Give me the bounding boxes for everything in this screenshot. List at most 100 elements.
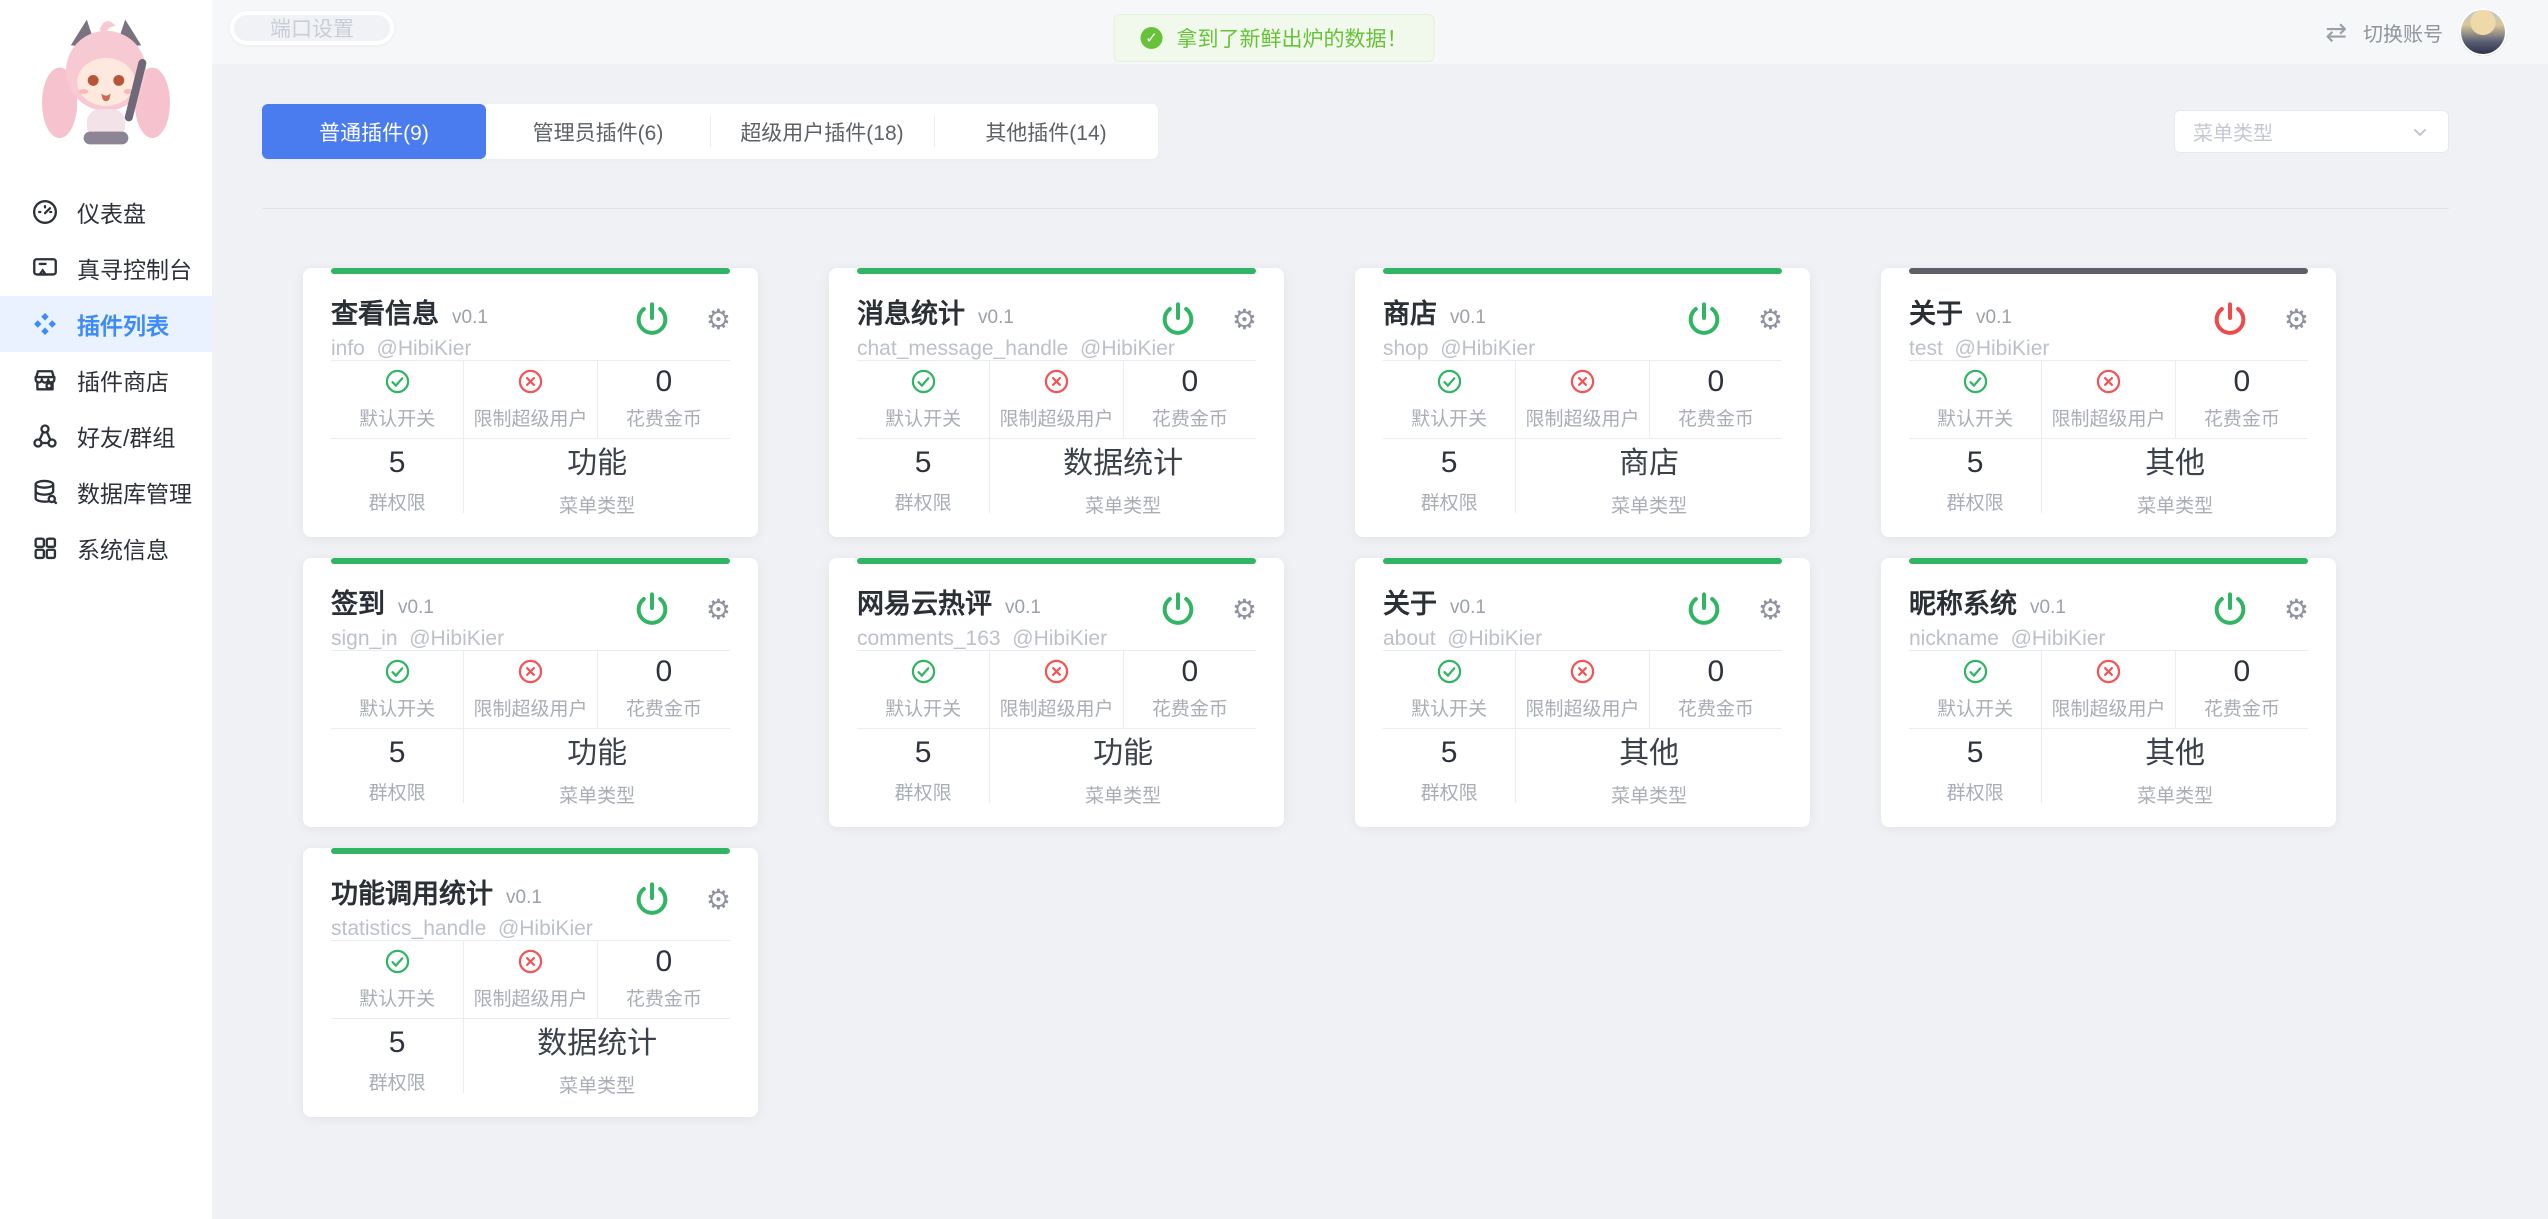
tab-1[interactable]: 管理员插件(6) bbox=[486, 104, 710, 159]
plugin-title: 商店 bbox=[1383, 292, 1437, 331]
check-circle-icon bbox=[1436, 658, 1463, 685]
default-switch-cell: 默认开关 bbox=[1383, 361, 1515, 438]
gear-settings-icon[interactable]: ⚙ bbox=[2284, 596, 2309, 624]
tab-0[interactable]: 普通插件(9) bbox=[262, 104, 486, 159]
plugin-card: 商店 v0.1 shop @HibiKier ⚙ 默认开关 bbox=[1355, 268, 1810, 537]
plugin-status-bar bbox=[331, 848, 730, 854]
power-toggle-button[interactable] bbox=[632, 880, 672, 920]
sidebar-item-database[interactable]: 数据库管理 bbox=[0, 464, 212, 520]
plugin-title: 网易云热评 bbox=[857, 582, 992, 621]
gear-settings-icon[interactable]: ⚙ bbox=[706, 886, 731, 914]
gear-settings-icon[interactable]: ⚙ bbox=[1232, 306, 1257, 334]
group-perm-cell: 5 群权限 bbox=[1909, 729, 2042, 803]
cost-gold-value: 0 bbox=[1707, 368, 1724, 395]
default-switch-label: 默认开关 bbox=[1937, 694, 2013, 721]
sidebar-item-label: 真寻控制台 bbox=[77, 251, 192, 285]
tab-2[interactable]: 超级用户插件(18) bbox=[710, 104, 934, 159]
limit-superuser-label: 限制超级用户 bbox=[473, 694, 587, 721]
group-perm-value: 5 bbox=[389, 739, 406, 766]
plugin-card: 网易云热评 v0.1 comments_163 @HibiKier ⚙ 默认开关 bbox=[829, 558, 1284, 827]
power-toggle-button[interactable] bbox=[2210, 300, 2250, 340]
menu-type-value: 其他 bbox=[2145, 449, 2205, 479]
plugin-author: @HibiKier bbox=[1440, 337, 1535, 360]
sidebar-item-friends-groups[interactable]: 好友/群组 bbox=[0, 408, 212, 464]
plugin-stats-row-1: 默认开关 限制超级用户 0 花费金币 bbox=[1909, 651, 2308, 728]
gear-settings-icon[interactable]: ⚙ bbox=[1232, 596, 1257, 624]
limit-superuser-label: 限制超级用户 bbox=[999, 694, 1113, 721]
menu-type-cell: 其他 菜单类型 bbox=[2042, 439, 2308, 513]
x-circle-icon bbox=[2095, 658, 2122, 685]
tab-3[interactable]: 其他插件(14) bbox=[934, 104, 1158, 159]
x-circle-icon bbox=[517, 368, 544, 395]
sidebar-item-dashboard[interactable]: 仪表盘 bbox=[0, 184, 212, 240]
plugin-module-author: shop @HibiKier bbox=[1383, 337, 1660, 361]
cost-gold-label: 花费金币 bbox=[2204, 694, 2280, 721]
port-settings-button[interactable]: 端口设置 bbox=[230, 11, 394, 45]
plugin-title: 关于 bbox=[1383, 582, 1437, 621]
sidebar-item-system-info[interactable]: 系统信息 bbox=[0, 520, 212, 576]
power-toggle-button[interactable] bbox=[632, 300, 672, 340]
user-avatar[interactable] bbox=[2459, 8, 2507, 56]
group-perm-label: 群权限 bbox=[1947, 488, 2004, 515]
group-perm-value: 5 bbox=[1967, 449, 1984, 476]
default-switch-cell: 默认开关 bbox=[1909, 361, 2041, 438]
sidebar-item-plugin-list[interactable]: 插件列表 bbox=[0, 296, 212, 352]
menu-type-value: 功能 bbox=[567, 449, 627, 479]
plugin-module-author: comments_163 @HibiKier bbox=[857, 627, 1134, 651]
x-circle-icon bbox=[1569, 368, 1596, 395]
group-perm-cell: 5 群权限 bbox=[857, 729, 990, 803]
x-circle-icon bbox=[1043, 658, 1070, 685]
limit-superuser-cell: 限制超级用户 bbox=[463, 651, 596, 728]
cost-gold-cell: 0 花费金币 bbox=[597, 941, 730, 1018]
power-toggle-button[interactable] bbox=[1684, 590, 1724, 630]
limit-superuser-cell: 限制超级用户 bbox=[2041, 361, 2174, 438]
menu-type-label: 菜单类型 bbox=[2137, 781, 2213, 808]
limit-superuser-cell: 限制超级用户 bbox=[989, 651, 1122, 728]
plugin-module: chat_message_handle bbox=[857, 337, 1068, 360]
menu-type-cell: 其他 菜单类型 bbox=[1516, 729, 1782, 803]
plugin-title: 关于 bbox=[1909, 292, 1963, 331]
plugin-author: @HibiKier bbox=[1080, 337, 1175, 360]
plugin-author: @HibiKier bbox=[1955, 337, 2050, 360]
sidebar-item-plugin-store[interactable]: 插件商店 bbox=[0, 352, 212, 408]
default-switch-cell: 默认开关 bbox=[331, 651, 463, 728]
sidebar-item-label: 好友/群组 bbox=[77, 419, 175, 453]
plugin-version: v0.1 bbox=[1450, 597, 1486, 619]
plugin-module: shop bbox=[1383, 337, 1429, 360]
plugin-status-bar bbox=[1909, 558, 2308, 564]
power-toggle-button[interactable] bbox=[2210, 590, 2250, 630]
plugin-module: test bbox=[1909, 337, 1943, 360]
menu-type-select[interactable]: 菜单类型 bbox=[2174, 110, 2449, 153]
cost-gold-label: 花费金币 bbox=[1678, 694, 1754, 721]
default-switch-cell: 默认开关 bbox=[331, 941, 463, 1018]
group-perm-value: 5 bbox=[1967, 739, 1984, 766]
plugin-stats-row-1: 默认开关 限制超级用户 0 花费金币 bbox=[857, 651, 1256, 728]
gear-settings-icon[interactable]: ⚙ bbox=[1758, 306, 1783, 334]
gear-settings-icon[interactable]: ⚙ bbox=[706, 596, 731, 624]
default-switch-cell: 默认开关 bbox=[1383, 651, 1515, 728]
sidebar-item-label: 仪表盘 bbox=[77, 195, 146, 229]
menu-type-value: 其他 bbox=[2145, 739, 2205, 769]
power-toggle-button[interactable] bbox=[1684, 300, 1724, 340]
menu-type-value: 商店 bbox=[1619, 449, 1679, 479]
gear-settings-icon[interactable]: ⚙ bbox=[2284, 306, 2309, 334]
default-switch-label: 默认开关 bbox=[1937, 404, 2013, 431]
plugin-module: info bbox=[331, 337, 365, 360]
friends-icon bbox=[30, 421, 60, 451]
check-circle-icon bbox=[384, 368, 411, 395]
plugin-version: v0.1 bbox=[2030, 597, 2066, 619]
plugin-card: 功能调用统计 v0.1 statistics_handle @HibiKier … bbox=[303, 848, 758, 1117]
power-toggle-button[interactable] bbox=[1158, 300, 1198, 340]
gear-settings-icon[interactable]: ⚙ bbox=[1758, 596, 1783, 624]
gear-settings-icon[interactable]: ⚙ bbox=[706, 306, 731, 334]
menu-type-label: 菜单类型 bbox=[1085, 491, 1161, 518]
plugin-title: 昵称系统 bbox=[1909, 582, 2017, 621]
sidebar-item-console[interactable]: 真寻控制台 bbox=[0, 240, 212, 296]
limit-superuser-label: 限制超级用户 bbox=[473, 984, 587, 1011]
cost-gold-value: 0 bbox=[655, 368, 672, 395]
switch-account-button[interactable]: 切换账号 bbox=[2363, 18, 2443, 47]
cost-gold-value: 0 bbox=[1181, 368, 1198, 395]
power-toggle-button[interactable] bbox=[1158, 590, 1198, 630]
power-toggle-button[interactable] bbox=[632, 590, 672, 630]
plugin-type-tabs: 普通插件(9) 管理员插件(6) 超级用户插件(18) 其他插件(14) bbox=[262, 104, 1158, 159]
